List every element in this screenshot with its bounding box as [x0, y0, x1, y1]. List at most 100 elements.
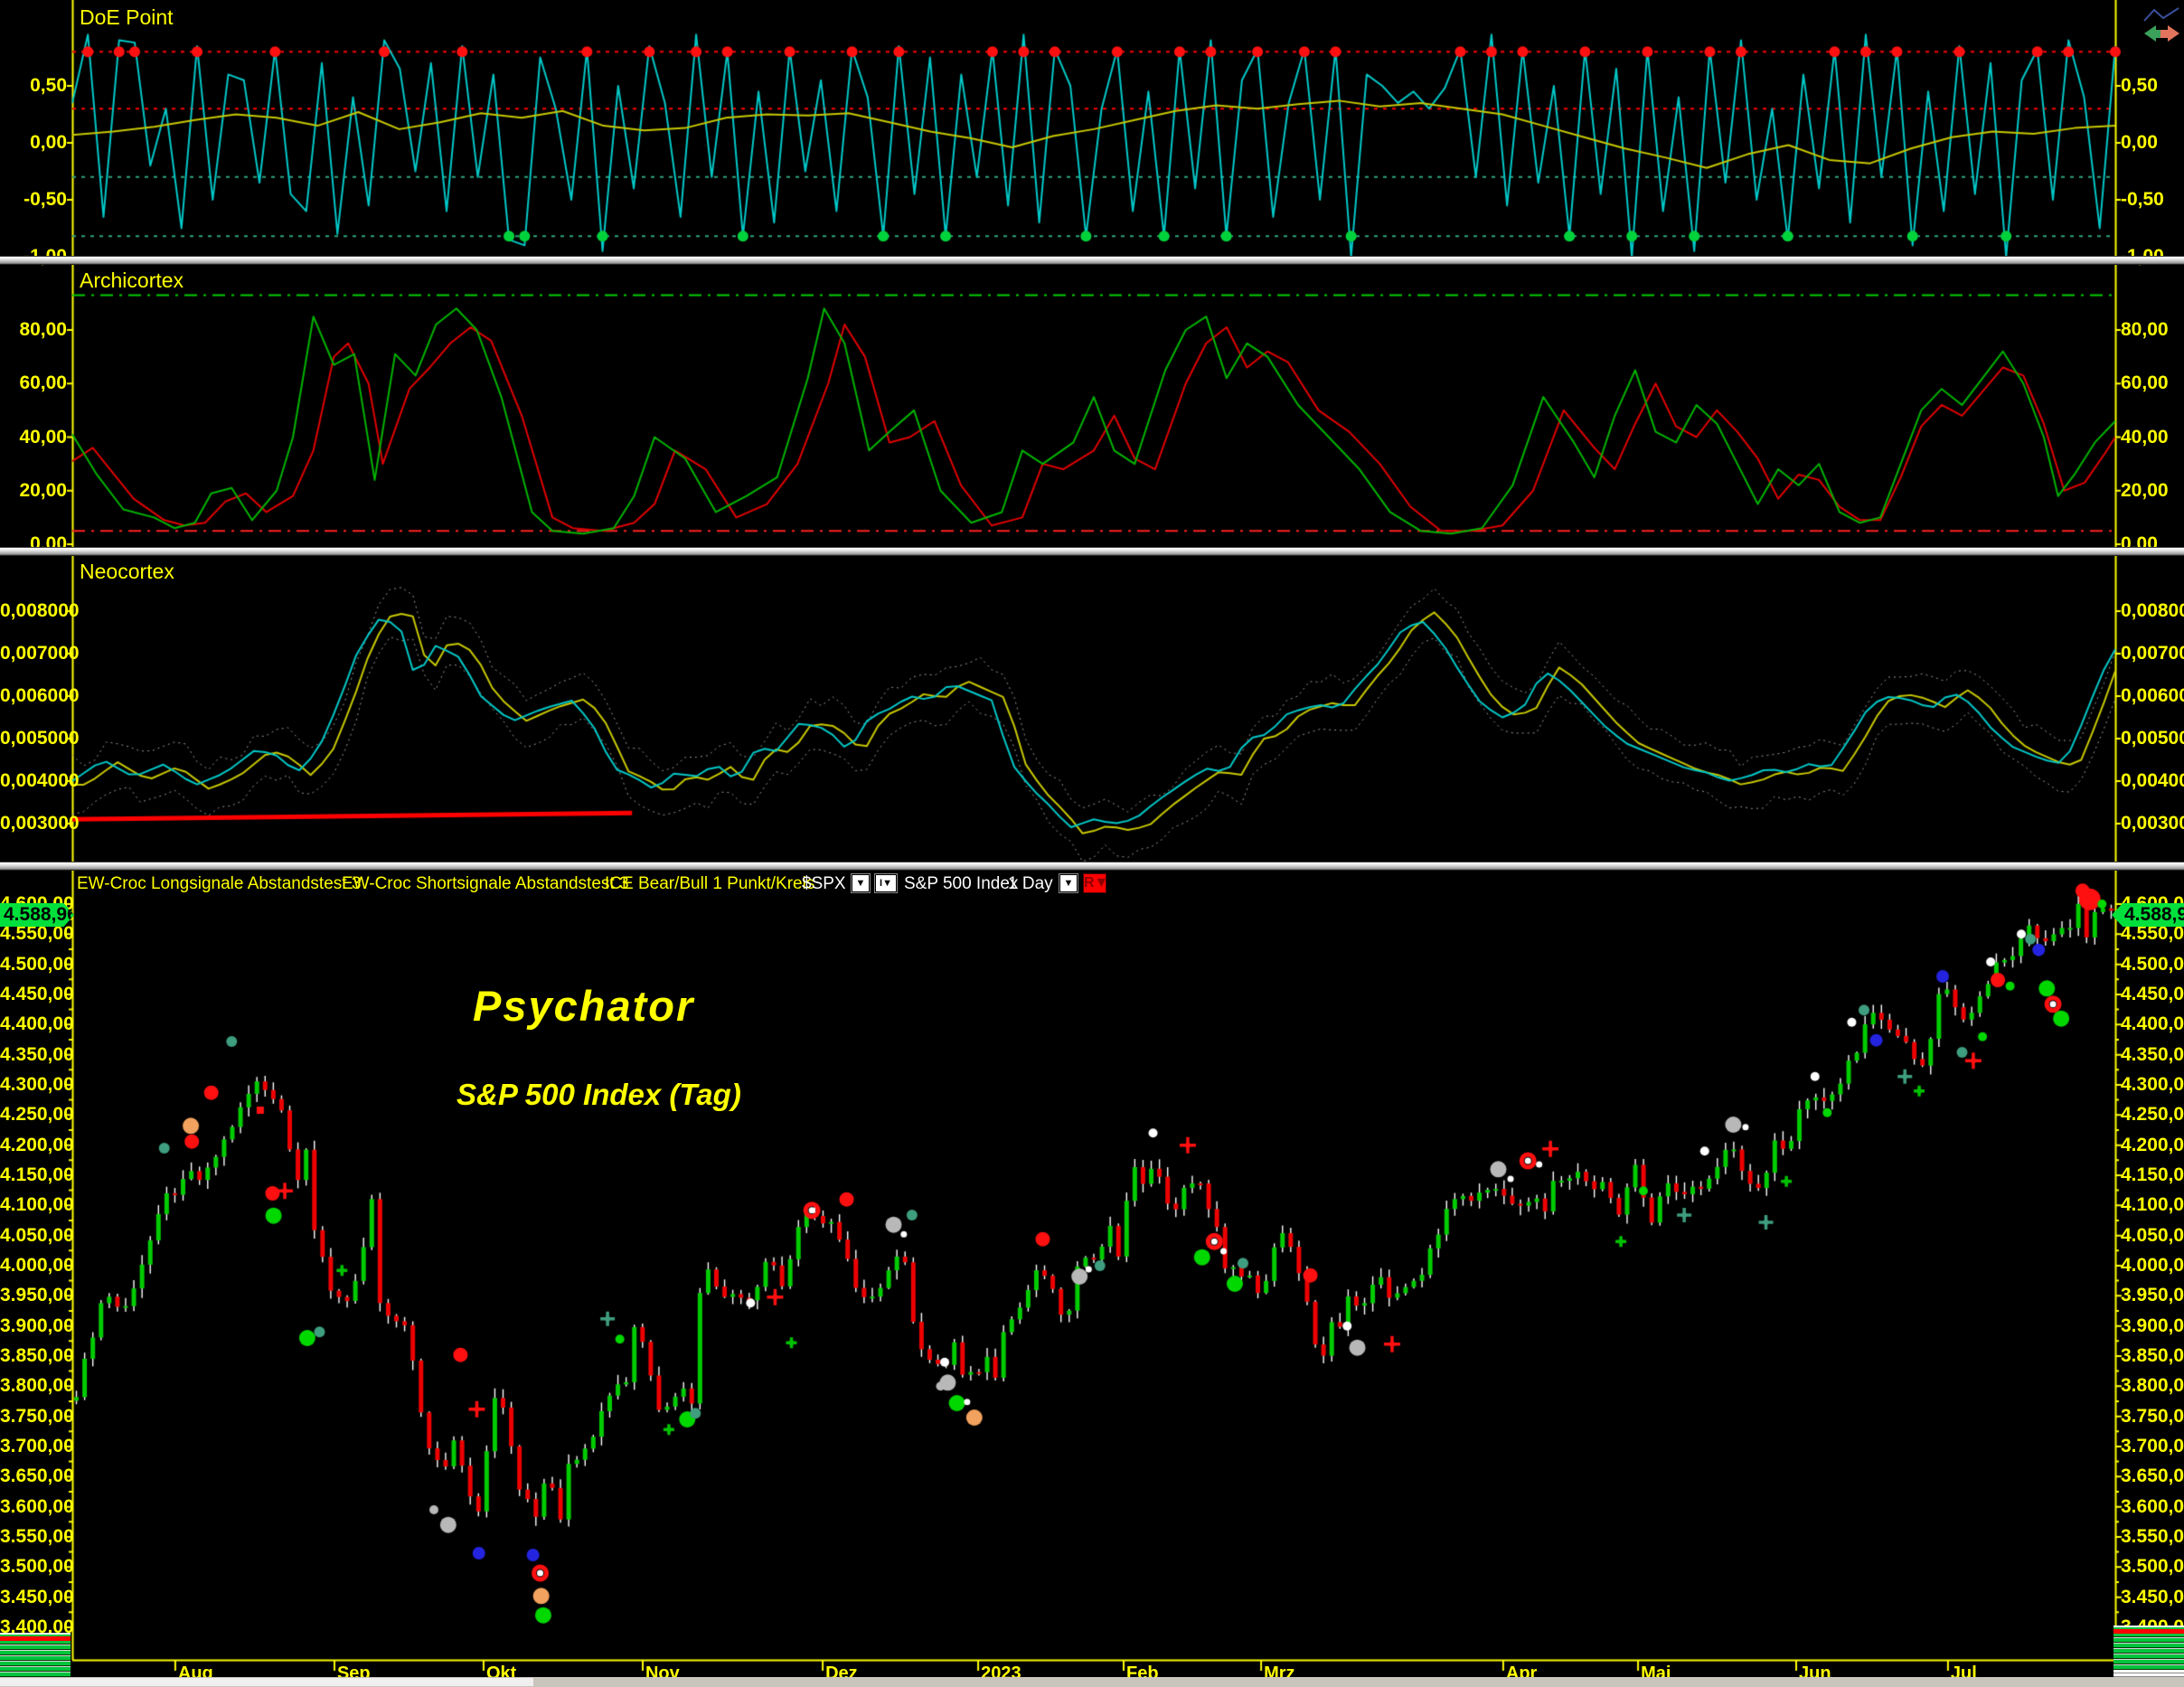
- price-tick-label: 3.600,00: [0, 1495, 74, 1517]
- price-tick-label: 4.500,00: [0, 953, 74, 975]
- chart-navigation-arrows-icon[interactable]: [2141, 5, 2182, 49]
- y-tick-label: 40,00: [2121, 426, 2169, 448]
- neocortex-chart[interactable]: [0, 554, 2184, 862]
- y-tick-label: 0,008000: [0, 600, 80, 621]
- y-tick-label: 20,00: [19, 479, 67, 501]
- realtime-button[interactable]: R▼: [1083, 873, 1108, 893]
- collapsed-red-row: [2113, 1629, 2184, 1634]
- price-tick-label: 4.000,00: [2121, 1254, 2184, 1276]
- y-tick-label: 0,006000: [0, 685, 80, 706]
- y-tick-label: 0,005000: [2121, 728, 2184, 749]
- y-tick-label: 40,00: [19, 426, 67, 448]
- price-tick-label: 3.750,00: [2121, 1405, 2184, 1427]
- indicator-legend-ice-bearbull: ICE Bear/Bull 1 Punkt/Kreis: [605, 874, 815, 893]
- y-tick-label: 0,007000: [2121, 643, 2184, 664]
- price-tick-label: 3.700,00: [2121, 1435, 2184, 1456]
- price-tick-label: 4.300,00: [2121, 1073, 2184, 1095]
- y-tick-label: 0,00: [30, 132, 67, 153]
- price-tick-label: 4.150,00: [0, 1164, 74, 1185]
- doe-point-chart[interactable]: [0, 0, 2184, 256]
- price-tick-label: 4.100,00: [2121, 1194, 2184, 1216]
- price-tick-label: 3.800,00: [2121, 1375, 2184, 1397]
- collapsed-red-row: [0, 1636, 71, 1641]
- price-tick-label: 3.950,00: [0, 1285, 74, 1306]
- price-tick-label: 4.250,00: [0, 1104, 74, 1126]
- price-tick-label: 4.100,00: [0, 1194, 74, 1216]
- chart-type-button[interactable]: I▼: [874, 873, 898, 893]
- y-tick-label: 0,004000: [2121, 770, 2184, 791]
- y-tick-label: 20,00: [2121, 479, 2169, 501]
- price-chart[interactable]: [0, 869, 2184, 1677]
- panel-separator[interactable]: [0, 547, 2184, 556]
- y-tick-label: 60,00: [19, 372, 67, 394]
- price-tick-label: 3.900,00: [0, 1315, 74, 1336]
- price-tick-label: 4.400,00: [2121, 1013, 2184, 1035]
- y-tick-label: 0,50: [2121, 75, 2158, 96]
- price-tick-label: 3.650,00: [2121, 1466, 2184, 1487]
- y-tick-label: -0,50: [2121, 189, 2164, 210]
- y-tick-label: 0,005000: [0, 728, 80, 749]
- y-tick-label: 0,00: [2121, 132, 2158, 153]
- arrow-right-icon[interactable]: [2160, 25, 2179, 42]
- symbol-label: $SPX: [802, 874, 846, 893]
- instrument-name-label: S&P 500 Index: [904, 874, 1019, 893]
- price-tick-label: 3.800,00: [0, 1375, 74, 1397]
- period-dropdown-button[interactable]: ▼: [1059, 873, 1078, 893]
- y-tick-label: 0,50: [30, 75, 67, 96]
- price-tick-label: 4.550,00: [0, 923, 74, 945]
- y-tick-label: 80,00: [2121, 319, 2169, 340]
- y-tick-label: 0,008000: [2121, 600, 2184, 621]
- panel-title-doe-point: DoE Point: [80, 5, 174, 29]
- panel-separator[interactable]: [0, 862, 2184, 871]
- y-tick-label: 80,00: [19, 319, 67, 340]
- price-tick-label: 3.950,00: [2121, 1285, 2184, 1306]
- price-tick-label: 3.500,00: [0, 1556, 74, 1578]
- bottom-edge-highlight: [0, 1678, 533, 1686]
- price-tick-label: 3.450,00: [0, 1586, 74, 1607]
- price-tick-label: 4.450,00: [0, 983, 74, 1004]
- price-tick-label: 4.150,00: [2121, 1164, 2184, 1185]
- price-tick-label: 4.200,00: [2121, 1134, 2184, 1155]
- y-tick-label: 0,004000: [0, 770, 80, 791]
- price-tick-label: 3.550,00: [2121, 1525, 2184, 1547]
- price-tick-label: 3.850,00: [2121, 1344, 2184, 1366]
- trading-app-window: DoE Point Archicortex Neocortex EW-Croc …: [0, 0, 2184, 1687]
- collapsed-panel-stack-right[interactable]: [2113, 1626, 2184, 1681]
- y-tick-label: 60,00: [2121, 372, 2169, 394]
- price-tick-label: 4.400,00: [0, 1013, 74, 1035]
- y-tick-label: 0,006000: [2121, 685, 2184, 706]
- price-tick-label: 3.750,00: [0, 1405, 74, 1427]
- chart-title: Psychator: [473, 982, 695, 1030]
- price-tick-label: 4.350,00: [2121, 1043, 2184, 1065]
- price-tick-label: 4.550,00: [2121, 923, 2184, 945]
- chart-toolbar: EW-Croc Longsignale Abstandstest 3 EW-Cr…: [0, 871, 2184, 901]
- price-tick-label: 3.600,00: [2121, 1495, 2184, 1517]
- collapsed-panel-stack-left[interactable]: [0, 1633, 71, 1679]
- indicator-legend-long-signals: EW-Croc Longsignale Abstandstest 3: [77, 874, 362, 893]
- price-tick-label: 3.900,00: [2121, 1315, 2184, 1336]
- archicortex-chart[interactable]: [0, 263, 2184, 547]
- indicator-legend-short-signals: EW-Croc Shortsignale Abstandstest 3: [342, 874, 629, 893]
- price-tick-label: 3.700,00: [0, 1435, 74, 1456]
- y-tick-label: -0,50: [24, 189, 67, 210]
- y-tick-label: 0,003000: [2121, 813, 2184, 834]
- y-tick-label: 0,007000: [0, 643, 80, 664]
- current-price-tag-left: 4.588,96: [0, 903, 74, 927]
- price-tick-label: 4.250,00: [2121, 1104, 2184, 1126]
- price-tick-label: 4.500,00: [2121, 953, 2184, 975]
- price-tick-label: 3.550,00: [0, 1525, 74, 1547]
- price-tick-label: 3.450,00: [2121, 1586, 2184, 1607]
- y-tick-label: 0,003000: [0, 813, 80, 834]
- panel-title-neocortex: Neocortex: [80, 560, 174, 583]
- price-tick-label: 3.500,00: [2121, 1556, 2184, 1578]
- price-tick-label: 4.200,00: [0, 1134, 74, 1155]
- current-price-tag-right: 4.588,96: [2112, 903, 2184, 927]
- price-tick-label: 4.050,00: [2121, 1224, 2184, 1246]
- price-tick-label: 4.000,00: [0, 1254, 74, 1276]
- arrow-left-icon[interactable]: [2144, 25, 2163, 42]
- panel-separator[interactable]: [0, 256, 2184, 265]
- price-tick-label: 4.300,00: [0, 1073, 74, 1095]
- symbol-dropdown-button[interactable]: ▼: [851, 873, 871, 893]
- window-bottom-edge: [0, 1677, 2184, 1687]
- zigzag-line-icon: [2143, 7, 2179, 22]
